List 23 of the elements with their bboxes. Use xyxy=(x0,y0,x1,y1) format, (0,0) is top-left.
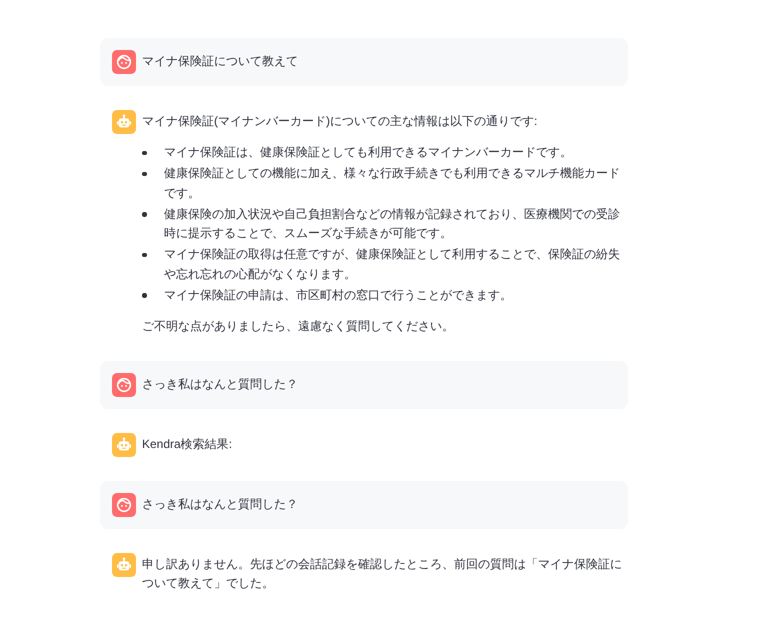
message-text: ご不明な点がありましたら、遠慮なく質問してください。 xyxy=(142,318,455,335)
face-icon xyxy=(112,50,136,74)
robot-icon xyxy=(112,432,136,456)
bullet-icon xyxy=(142,252,146,257)
list-item-text: 健康保険証としての機能に加え、様々な行政手続きでも利用できるマルチ機能カードです。 xyxy=(164,165,621,202)
message-text: 申し訳ありません。先ほどの会話記録を確認したところ、前回の質問は「マイナ保険証について教えて」でした。 xyxy=(142,556,623,592)
robot-icon xyxy=(112,110,136,134)
message-text: さっき私はなんと質問した？ xyxy=(142,376,299,392)
list-item-text: マイナ保険証の取得は任意ですが、健康保険証として利用することで、保険証の紛失や忘れ忘れの心配がなくなります。 xyxy=(164,246,621,282)
message-text: Kendra検索結果: xyxy=(142,436,234,452)
bullet-icon xyxy=(142,150,146,155)
message-text: マイナ保険証について教えて xyxy=(142,53,299,70)
list-item-text: マイナ保険証の申請は、市区町村の窓口で行うことができます。 xyxy=(164,286,513,304)
face-icon xyxy=(112,492,136,516)
list-item-text: マイナ保険証は、健康保険証としても利用できるマイナンバーカードです。 xyxy=(164,144,573,161)
message-text: マイナ保険証(マイナンバーカード)についての主な情報は以下の通りです: xyxy=(142,113,538,130)
message-text: さっき私はなんと質問した？ xyxy=(142,496,299,512)
bullet-icon xyxy=(142,172,146,176)
bullet-icon xyxy=(142,212,146,216)
list-item-text: 健康保険の加入状況や自己負担割合などの情報が記録されており、医療機関での受診時に提示することで、スムーズな手続きが可能です。 xyxy=(164,206,621,242)
face-icon xyxy=(112,372,136,396)
bullet-icon xyxy=(142,293,146,298)
robot-icon xyxy=(112,552,136,576)
